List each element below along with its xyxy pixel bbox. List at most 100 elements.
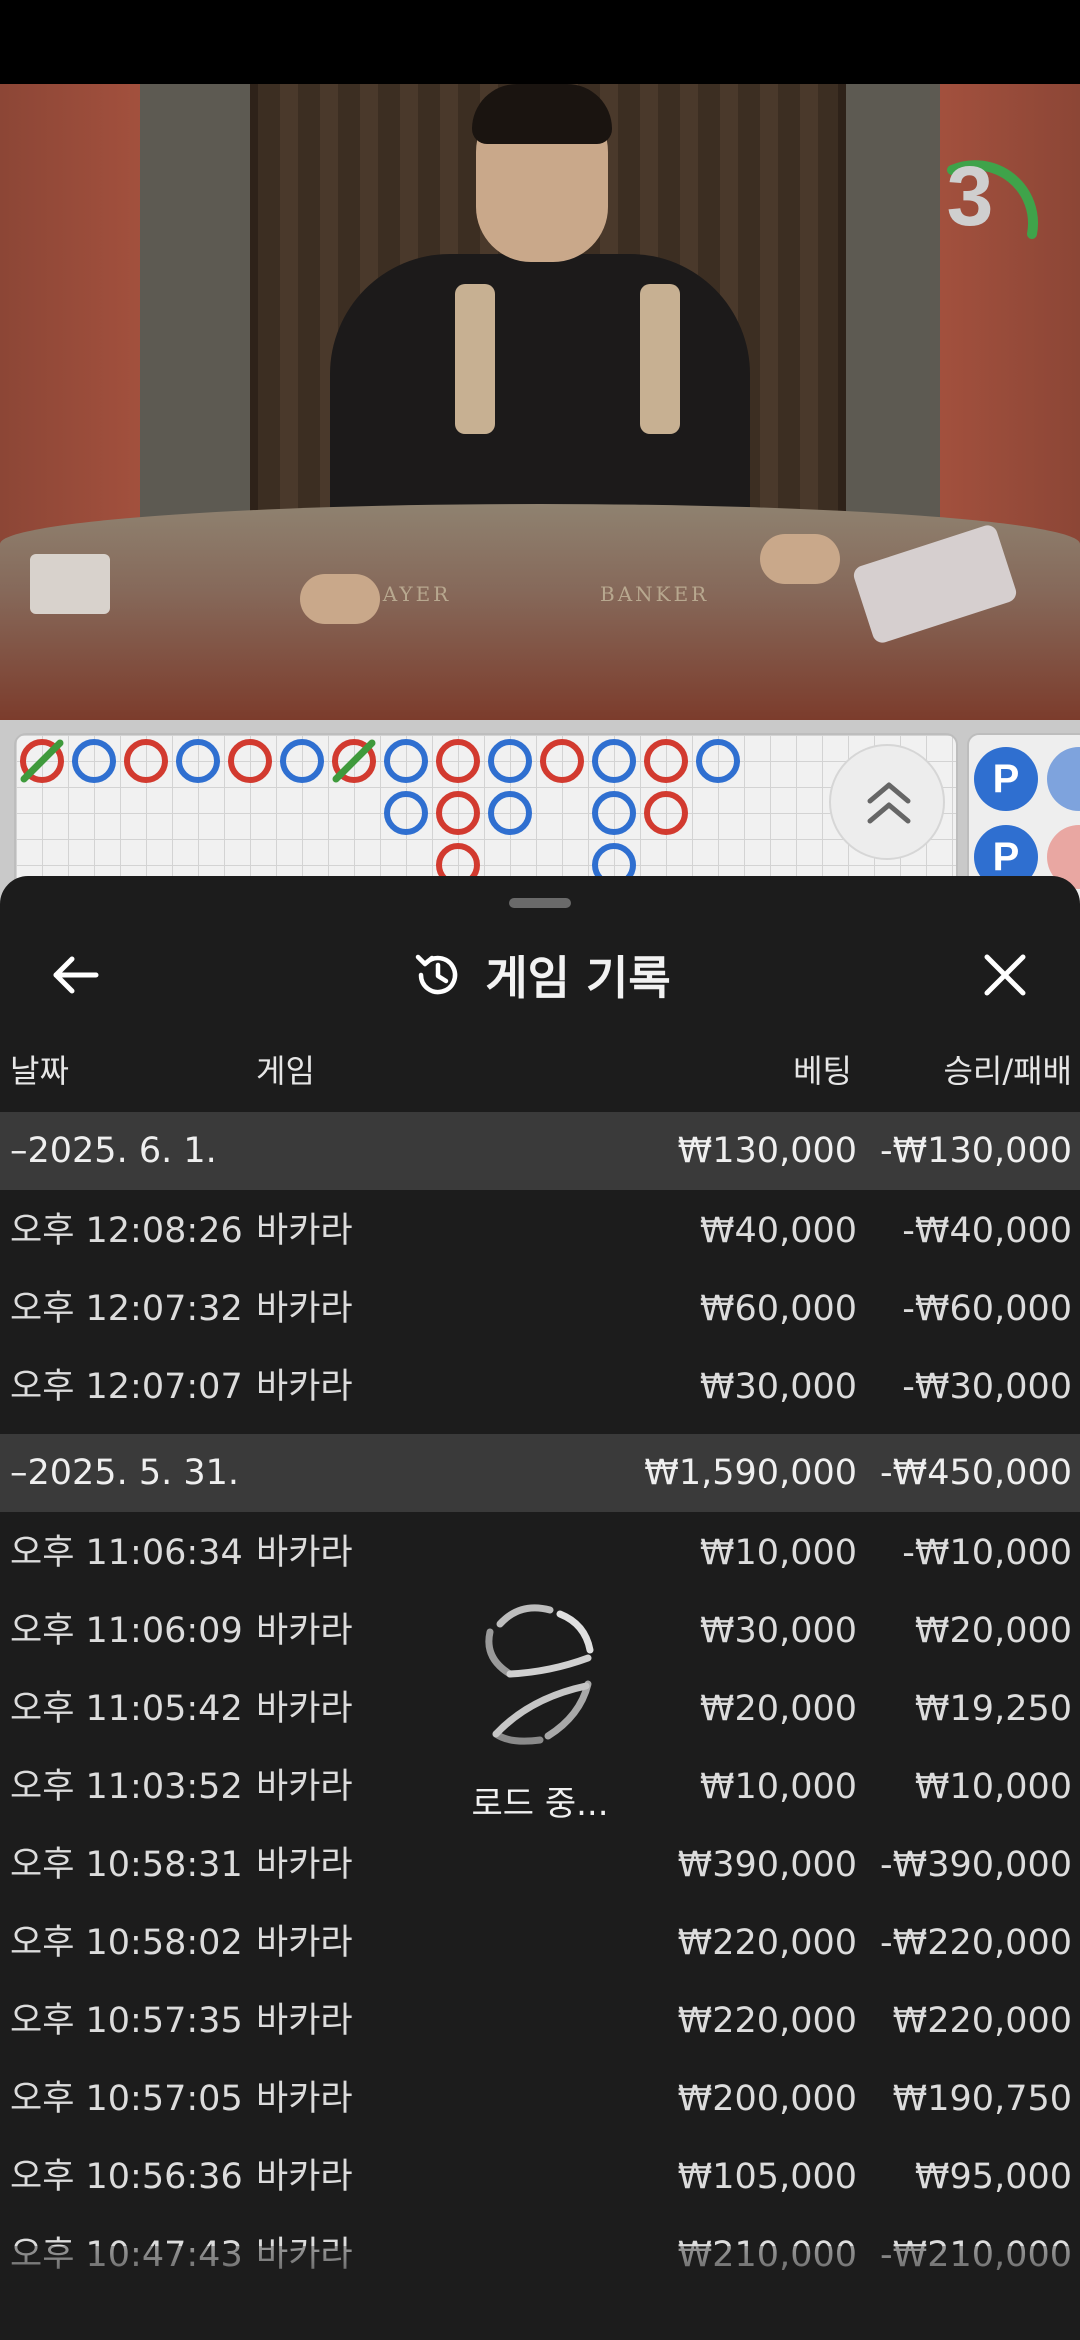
row-game: 바카라 (256, 1845, 353, 1885)
road-banker-mark (540, 739, 584, 783)
loading-text: 로드 중... (471, 1784, 609, 1824)
row-game: 바카라 (256, 2001, 353, 2041)
row-bet: ₩60,000 (699, 1289, 857, 1329)
dealer-vest-right (640, 284, 680, 434)
row-result: ₩20,000 (914, 1611, 1072, 1651)
expand-roadmap-button[interactable] (829, 744, 945, 860)
group-rows: 오후 12:08:26 바카라 ₩40,000 -₩40,000 오후 12:07:32… (0, 1190, 1080, 1434)
row-result: ₩190,750 (892, 2079, 1072, 2119)
close-icon (984, 954, 1026, 996)
card-holder (30, 554, 110, 614)
date-group-row[interactable]: –2025. 5. 31. ₩1,590,000 -₩450,000 (0, 1434, 1080, 1512)
row-bet: ₩105,000 (677, 2157, 857, 2197)
road-player-mark (592, 739, 636, 783)
group-date: –2025. 6. 1. (10, 1131, 217, 1171)
column-header-game[interactable]: 게임 (256, 1046, 315, 1096)
date-group-row[interactable]: –2025. 6. 1. ₩130,000 -₩130,000 (0, 1112, 1080, 1190)
history-icon (416, 954, 458, 995)
row-result: -₩220,000 (880, 1923, 1072, 1963)
history-row[interactable]: 오후 12:07:32 바카라 ₩60,000 -₩60,000 (0, 1270, 1080, 1348)
sheet-header: 게임 기록 (0, 916, 1080, 1026)
road-player-mark (72, 739, 116, 783)
road-player-mark (592, 791, 636, 835)
road-banker-mark (228, 739, 272, 783)
row-time: 오후 12:07:07 (10, 1367, 243, 1407)
row-game: 바카라 (256, 1289, 353, 1329)
live-dealer-video: PLAYER BANKER 3 (0, 84, 1080, 720)
row-bet: ₩40,000 (699, 1211, 857, 1251)
road-player-mark (280, 739, 324, 783)
row-result: -₩60,000 (902, 1289, 1072, 1329)
column-header-bet[interactable]: 베팅 (793, 1046, 852, 1096)
column-header-result[interactable]: 승리/패배 (943, 1046, 1072, 1096)
sheet-drag-handle[interactable] (509, 898, 571, 908)
row-bet: ₩200,000 (677, 2079, 857, 2119)
pillar-left (140, 84, 250, 564)
row-game: 바카라 (256, 2157, 353, 2197)
history-row[interactable]: 오후 10:58:02 바카라 ₩220,000 -₩220,000 (0, 1904, 1080, 1982)
row-time: 오후 12:08:26 (10, 1211, 243, 1251)
row-result: ₩220,000 (892, 2001, 1072, 2041)
row-bet: ₩220,000 (677, 2001, 857, 2041)
dealer-vest-left (455, 284, 495, 434)
countdown-timer: 3 (910, 124, 1040, 274)
row-bet: ₩30,000 (699, 1367, 857, 1407)
group-bet-total: ₩130,000 (677, 1131, 857, 1171)
row-game: 바카라 (256, 1689, 353, 1729)
history-row[interactable]: 오후 12:08:26 바카라 ₩40,000 -₩40,000 (0, 1192, 1080, 1270)
row-time: 오후 10:58:02 (10, 1923, 243, 1963)
row-bet: ₩220,000 (677, 1923, 857, 1963)
chevron-double-up-icon (867, 782, 911, 824)
row-time: 오후 10:56:36 (10, 2157, 243, 2197)
row-result: -₩10,000 (902, 1533, 1072, 1573)
table-label-banker: BANKER (600, 582, 710, 606)
road-banker-mark (436, 791, 480, 835)
history-row[interactable]: 오후 12:07:07 바카라 ₩30,000 -₩30,000 (0, 1348, 1080, 1426)
row-time: 오후 10:58:31 (10, 1845, 243, 1885)
column-header-date[interactable]: 날짜 (10, 1046, 69, 1096)
game-history-sheet: 게임 기록 날짜 게임 베팅 승리/패배 –2025. 6. 1. ₩130,00… (0, 876, 1080, 2340)
sheet-title-group: 게임 기록 (0, 916, 1080, 1034)
group-result-total: -₩450,000 (880, 1453, 1072, 1493)
bead-partial (1047, 747, 1080, 811)
road-player-mark (696, 739, 740, 783)
group-bet-total: ₩1,590,000 (644, 1453, 857, 1493)
row-time: 오후 11:06:09 (10, 1611, 243, 1651)
history-row[interactable]: 오후 10:58:31 바카라 ₩390,000 -₩390,000 (0, 1826, 1080, 1904)
road-banker-mark (644, 791, 688, 835)
road-banker-mark (644, 739, 688, 783)
history-row[interactable]: 오후 10:57:05 바카라 ₩200,000 ₩190,750 (0, 2060, 1080, 2138)
row-result: -₩40,000 (902, 1211, 1072, 1251)
road-player-mark (488, 791, 532, 835)
history-row[interactable]: 오후 10:56:36 바카라 ₩105,000 ₩95,000 (0, 2138, 1080, 2216)
row-game: 바카라 (256, 1923, 353, 1963)
row-time: 오후 10:57:35 (10, 2001, 243, 2041)
row-game: 바카라 (256, 1211, 353, 1251)
close-button[interactable] (970, 940, 1040, 1010)
sheet-title: 게임 기록 (485, 951, 671, 1005)
row-time: 오후 10:57:05 (10, 2079, 243, 2119)
history-row[interactable]: 오후 10:57:35 바카라 ₩220,000 ₩220,000 (0, 1982, 1080, 2060)
row-game: 바카라 (256, 2079, 353, 2119)
history-row[interactable]: 오후 11:06:34 바카라 ₩10,000 -₩10,000 (0, 1514, 1080, 1592)
row-game: 바카라 (256, 1533, 353, 1573)
dealer-hair (472, 84, 612, 144)
row-result: ₩10,000 (914, 1767, 1072, 1807)
bead-player: P (974, 747, 1038, 811)
row-time: 오후 12:07:32 (10, 1289, 243, 1329)
row-bet: ₩10,000 (699, 1767, 857, 1807)
road-banker-mark (436, 739, 480, 783)
spinner-icon (485, 1604, 594, 1745)
row-game: 바카라 (256, 1611, 353, 1651)
row-bet: ₩20,000 (699, 1689, 857, 1729)
countdown-number: 3 (946, 149, 994, 243)
row-bet: ₩30,000 (699, 1611, 857, 1651)
road-player-mark (384, 739, 428, 783)
row-time: 오후 11:06:34 (10, 1533, 243, 1573)
row-result: ₩95,000 (914, 2157, 1072, 2197)
dealer-hand-left (300, 574, 380, 624)
row-bet: ₩390,000 (677, 1845, 857, 1885)
road-player-mark (176, 739, 220, 783)
row-result: ₩19,250 (914, 1689, 1072, 1729)
row-result: -₩30,000 (902, 1367, 1072, 1407)
